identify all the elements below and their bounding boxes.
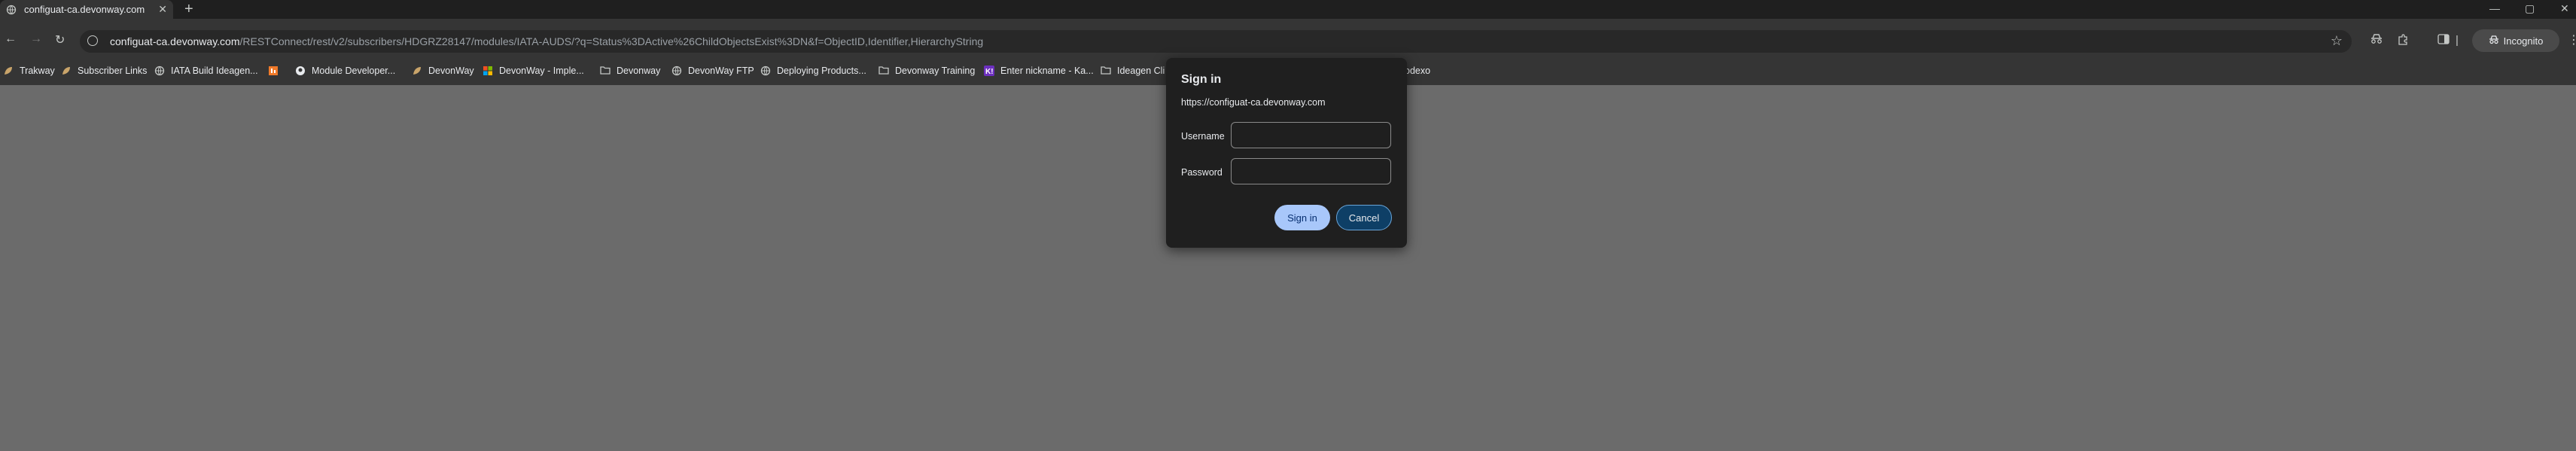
url-host: configuat-ca.devonway.com xyxy=(110,35,240,47)
sign-in-button[interactable]: Sign in xyxy=(1274,205,1330,230)
extensions-icon[interactable] xyxy=(2397,34,2409,49)
address-bar[interactable]: configuat-ca.devonway.com/RESTConnect/re… xyxy=(80,30,2352,53)
menu-icon[interactable]: ⋮ xyxy=(2568,32,2576,47)
incognito-label: Incognito xyxy=(2503,35,2544,47)
incognito-spy-icon[interactable] xyxy=(2370,34,2383,47)
password-label: Password xyxy=(1181,167,1223,178)
dialog-url: https://configuat-ca.devonway.com xyxy=(1181,97,1326,108)
leaf-icon xyxy=(3,66,14,76)
bookmark-item[interactable]: Subscriber Links xyxy=(61,66,147,76)
bookmark-item[interactable]: Module Developer... xyxy=(295,66,395,76)
bookmark-item[interactable]: Trakway xyxy=(3,66,55,76)
globe-icon xyxy=(154,66,165,76)
username-field[interactable] xyxy=(1231,122,1391,148)
orange-app-icon xyxy=(268,66,279,76)
bookmark-item[interactable]: odexo xyxy=(1405,66,1430,76)
active-tab[interactable]: configuat-ca.devonway.com/RE ✕ xyxy=(0,0,173,19)
kahoot-icon: K! xyxy=(984,66,994,76)
site-info-icon[interactable] xyxy=(87,35,98,46)
bookmark-item[interactable]: DevonWay xyxy=(412,66,474,76)
cancel-button[interactable]: Cancel xyxy=(1336,205,1392,230)
sign-in-dialog: Sign in https://configuat-ca.devonway.co… xyxy=(1166,58,1407,248)
microsoft-icon xyxy=(483,66,493,76)
maximize-button[interactable]: ▢ xyxy=(2525,2,2535,15)
bookmark-item[interactable]: Devonway Training xyxy=(878,66,975,76)
tab-close-icon[interactable]: ✕ xyxy=(158,3,167,16)
leaf-icon xyxy=(412,66,422,76)
divider-icon: | xyxy=(2456,34,2459,47)
globe-icon xyxy=(671,66,682,76)
bookmark-item[interactable]: K! Enter nickname - Ka... xyxy=(984,66,1094,76)
folder-icon xyxy=(600,66,611,76)
incognito-badge[interactable]: Incognito xyxy=(2472,29,2559,52)
bookmark-item[interactable]: Deploying Products... xyxy=(760,66,866,76)
bookmark-item[interactable]: DevonWay - Imple... xyxy=(483,66,584,76)
globe-icon xyxy=(760,66,771,76)
url-path: /RESTConnect/rest/v2/subscribers/HDGRZ28… xyxy=(239,35,984,47)
dialog-title: Sign in xyxy=(1181,73,1222,86)
username-label: Username xyxy=(1181,131,1225,142)
incognito-icon xyxy=(2489,35,2499,47)
bookmark-star-icon[interactable]: ☆ xyxy=(2331,33,2343,49)
tab-strip: configuat-ca.devonway.com/RE ✕ + — ▢ ✕ xyxy=(0,0,2576,19)
minimize-button[interactable]: — xyxy=(2489,2,2500,14)
bookmark-item[interactable]: Ideagen Cli xyxy=(1101,66,1165,76)
side-panel-icon[interactable] xyxy=(2437,34,2450,47)
folder-icon xyxy=(1101,66,1111,76)
bookmark-item[interactable]: DevonWay FTP xyxy=(671,66,754,76)
forward-button[interactable]: → xyxy=(30,32,42,46)
github-icon xyxy=(295,66,306,76)
back-button[interactable]: ← xyxy=(5,32,17,46)
folder-icon xyxy=(878,66,889,76)
password-field[interactable] xyxy=(1231,158,1391,184)
reload-button[interactable]: ↻ xyxy=(55,32,65,47)
close-window-button[interactable]: ✕ xyxy=(2560,2,2569,15)
url-text[interactable]: configuat-ca.devonway.com/RESTConnect/re… xyxy=(110,35,983,47)
new-tab-button[interactable]: + xyxy=(184,1,193,18)
bookmark-item[interactable]: IATA Build Ideagen... xyxy=(154,66,258,76)
leaf-icon xyxy=(61,66,72,76)
globe-icon xyxy=(6,5,17,15)
tab-title: configuat-ca.devonway.com/RE xyxy=(24,4,145,15)
bookmark-item[interactable] xyxy=(268,66,285,76)
svg-text:K!: K! xyxy=(985,68,994,76)
bookmark-item[interactable]: Devonway xyxy=(600,66,660,76)
